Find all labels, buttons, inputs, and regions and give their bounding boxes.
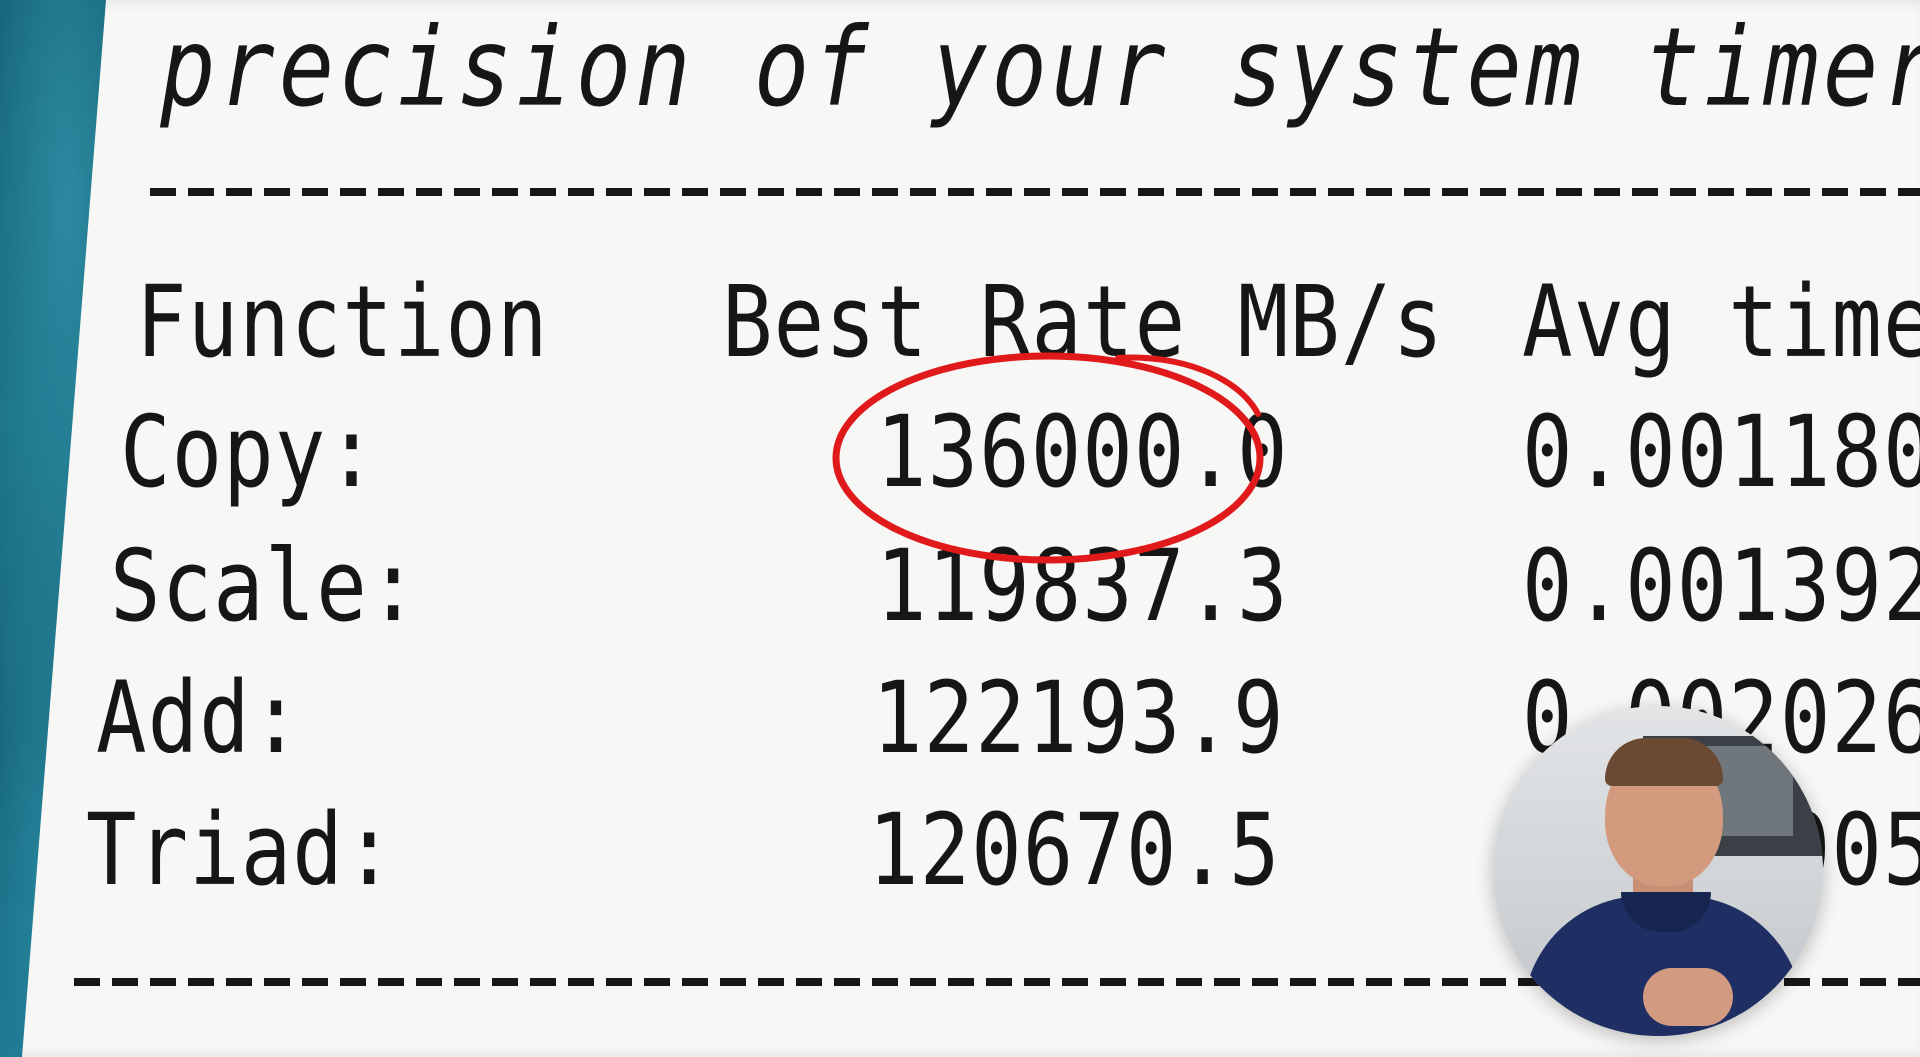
presenter-webcam-overlay [1493,706,1823,1036]
divider-top [150,188,1920,196]
row-add-function: Add: [96,659,303,776]
column-header-best-rate: Best Rate MB/s [722,263,1445,380]
column-header-function: Function [136,263,549,380]
row-copy-best-rate: 136000.0 [876,393,1289,510]
row-scale-avg-time: 0.001392 [1522,527,1920,644]
presenter-hair [1605,738,1723,786]
row-scale-function: Scale: [110,527,420,644]
row-scale-best-rate: 119837.3 [876,527,1289,644]
row-copy-function: Copy: [120,393,378,510]
row-triad-function: Triad: [86,791,396,908]
presenter-hand [1643,968,1733,1026]
column-header-avg-time: Avg time [1522,263,1920,380]
row-copy-avg-time: 0.001180 [1522,393,1920,510]
intro-text: precision of your system timer. [160,4,1920,131]
row-add-best-rate: 122193.9 [872,659,1285,776]
video-frame: precision of your system timer. Function… [0,0,1920,1057]
row-triad-best-rate: 120670.5 [868,791,1281,908]
